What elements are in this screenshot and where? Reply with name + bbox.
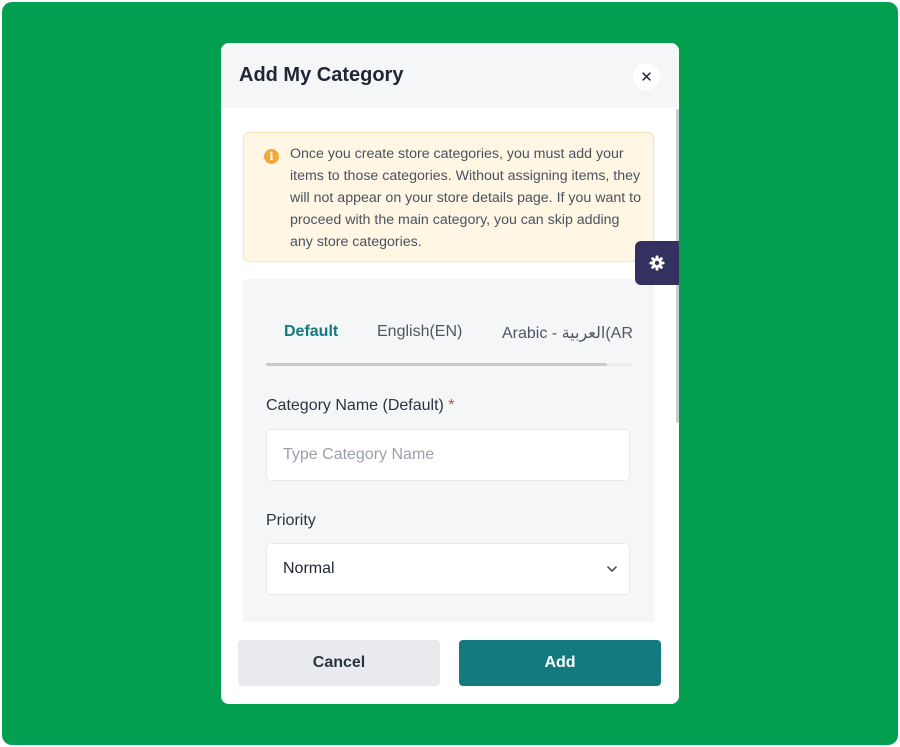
tab-default[interactable]: Default xyxy=(284,323,338,341)
close-icon: ✕ xyxy=(640,68,653,86)
tab-english[interactable]: English(EN) xyxy=(377,323,462,341)
category-name-label-text: Category Name (Default) xyxy=(266,397,444,414)
add-button[interactable]: Add xyxy=(459,640,661,686)
add-category-modal: Add My Category ✕ i Once you create stor… xyxy=(221,43,679,704)
modal-header: Add My Category ✕ xyxy=(221,43,679,108)
priority-label: Priority xyxy=(266,512,316,529)
gear-icon xyxy=(649,255,665,271)
priority-select[interactable]: Normal xyxy=(266,543,630,595)
cancel-button[interactable]: Cancel xyxy=(238,640,440,686)
info-notice: i Once you create store categories, you … xyxy=(243,132,654,262)
info-icon: i xyxy=(264,149,279,164)
category-form: Default English(EN) Arabic - العربية(AR … xyxy=(243,279,654,639)
tab-scroll-track xyxy=(607,363,631,366)
category-name-label: Category Name (Default) * xyxy=(266,397,455,415)
modal-footer: Cancel Add xyxy=(221,622,679,704)
tab-scroll-indicator xyxy=(266,363,607,366)
tab-arabic[interactable]: Arabic - العربية(AR xyxy=(502,323,633,343)
chevron-down-icon xyxy=(607,566,617,572)
priority-selected-value: Normal xyxy=(283,560,335,577)
close-button[interactable]: ✕ xyxy=(633,63,660,90)
notice-text: Once you create store categories, you mu… xyxy=(290,146,641,250)
category-name-input[interactable] xyxy=(266,429,630,481)
settings-button[interactable] xyxy=(635,241,679,285)
required-mark: * xyxy=(448,397,455,414)
modal-title: Add My Category xyxy=(239,64,404,86)
